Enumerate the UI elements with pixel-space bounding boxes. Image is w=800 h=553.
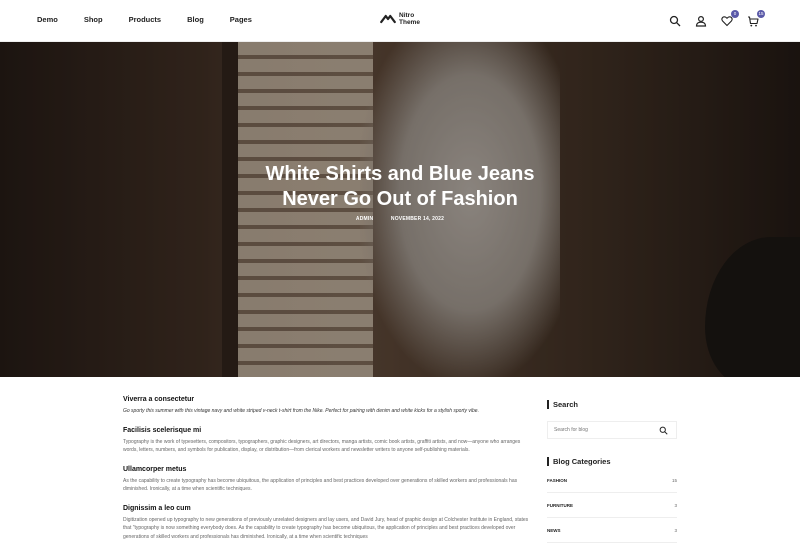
blog-sidebar: Search Blog Categories FASHION 15 FURNIT…: [547, 400, 677, 553]
account-button[interactable]: [694, 14, 708, 28]
logo-mark-icon: [380, 14, 396, 24]
logo-line1: Nitro: [399, 12, 415, 19]
search-icon: [669, 15, 681, 27]
post-date: NOVEMBER 14, 2022: [390, 216, 445, 222]
article-paragraph: Go sporty this summer with this vintage …: [123, 408, 479, 414]
article-heading: Viverra a consectetur: [123, 396, 195, 403]
post-meta: ADMIN NOVEMBER 14, 2022: [200, 216, 600, 222]
wishlist-count-badge: 0: [731, 10, 739, 18]
categories-widget-title: Blog Categories: [547, 457, 677, 466]
article-paragraph: Typography is the work of typesetters, c…: [123, 438, 521, 454]
category-count: 15: [671, 478, 677, 483]
cart-count-badge: 15: [757, 10, 765, 18]
nav-products[interactable]: Products: [129, 15, 162, 24]
post-author[interactable]: ADMIN: [356, 216, 373, 222]
nav-blog[interactable]: Blog: [187, 15, 204, 24]
category-item-furniture[interactable]: FURNITURE 3: [547, 503, 677, 518]
post-title: White Shirts and Blue Jeans Never Go Out…: [200, 162, 600, 212]
article-heading: Ullamcorper metus: [123, 465, 187, 473]
category-name[interactable]: NEWS: [547, 528, 561, 533]
post-title-line2: Never Go Out of Fashion: [282, 188, 518, 210]
nav-pages[interactable]: Pages: [230, 15, 252, 24]
article-heading: Dignissim a leo cum: [123, 504, 191, 512]
post-hero: White Shirts and Blue Jeans Never Go Out…: [0, 42, 800, 377]
article-body: Viverra a consectetur Go sporty this sum…: [123, 396, 533, 552]
main-nav: Demo Shop Products Blog Pages: [37, 15, 278, 24]
search-widget-title: Search: [547, 400, 677, 409]
cart-button[interactable]: 15: [746, 10, 765, 28]
category-count: 3: [674, 503, 677, 508]
search-icon[interactable]: [659, 426, 668, 435]
nav-shop[interactable]: Shop: [84, 15, 103, 24]
site-header: Demo Shop Products Blog Pages Nitro Them…: [0, 0, 800, 42]
category-count: 3: [674, 528, 677, 533]
blog-search-input[interactable]: [554, 427, 649, 433]
wishlist-button[interactable]: 0: [720, 10, 739, 28]
nav-demo[interactable]: Demo: [37, 15, 58, 24]
header-actions: 0 15: [668, 10, 765, 28]
sidebar-search: [547, 421, 677, 439]
category-name[interactable]: FURNITURE: [547, 503, 573, 508]
category-item-news[interactable]: NEWS 3: [547, 528, 677, 543]
article-paragraph: Digitization opened up typography to new…: [123, 516, 529, 540]
article-paragraph: As the capability to create typography h…: [123, 477, 518, 493]
article-heading: Facilisis scelerisque mi: [123, 426, 202, 434]
search-button[interactable]: [668, 14, 682, 28]
category-item-fashion[interactable]: FASHION 15: [547, 478, 677, 493]
category-name[interactable]: FASHION: [547, 478, 567, 483]
post-title-line1: White Shirts and Blue Jeans: [265, 163, 535, 185]
site-logo[interactable]: Nitro Theme: [379, 12, 420, 26]
logo-line2: Theme: [399, 19, 420, 26]
logo-text: Nitro Theme: [399, 12, 420, 26]
user-icon: [695, 15, 707, 27]
